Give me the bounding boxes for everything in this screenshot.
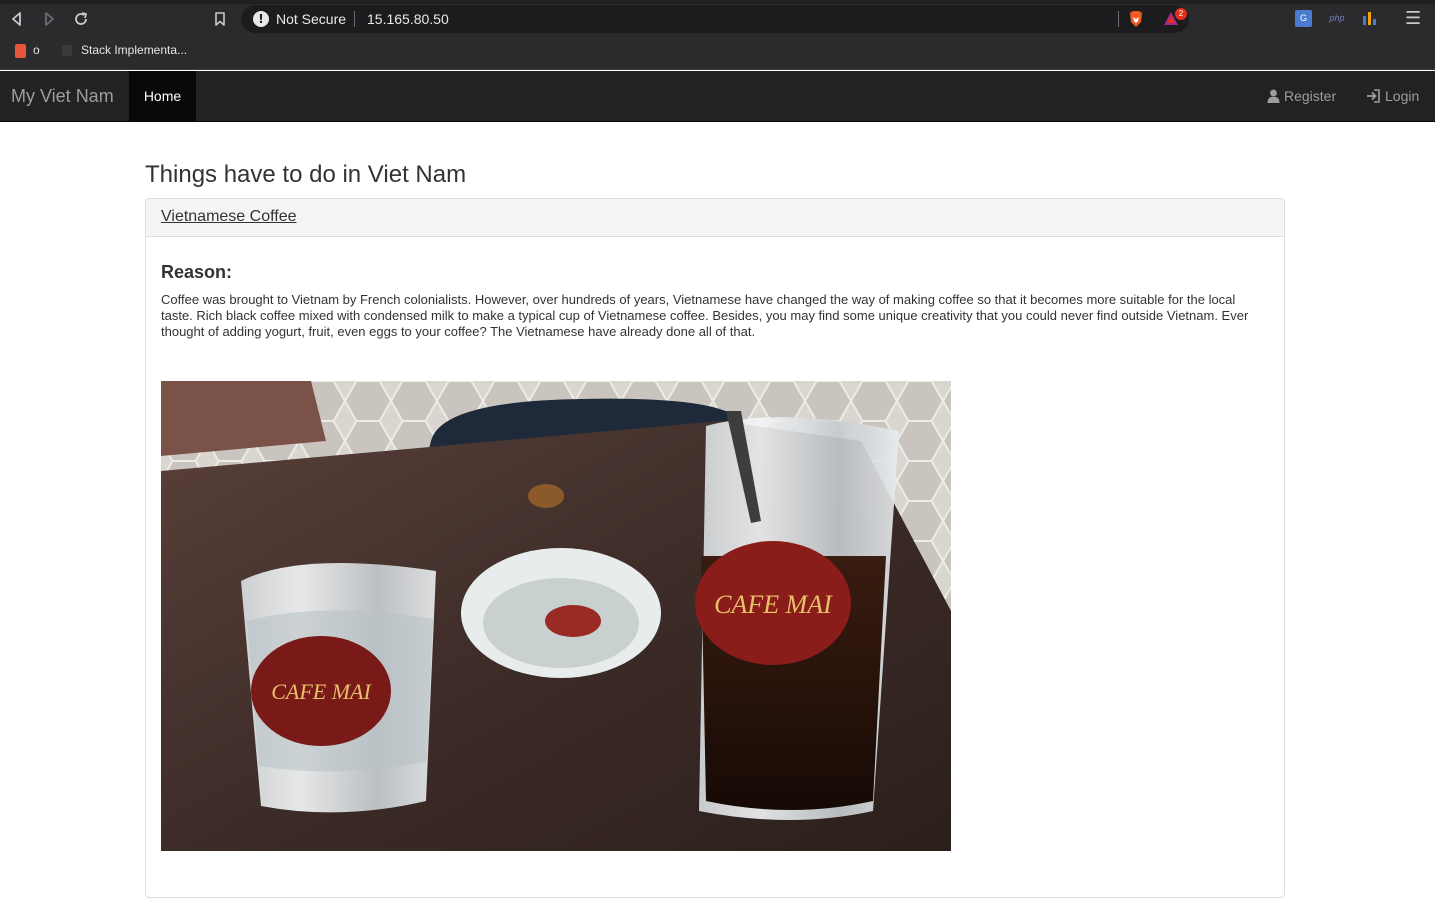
bookmark-icon[interactable] bbox=[210, 9, 230, 29]
nav-register-label: Register bbox=[1284, 88, 1337, 104]
back-icon[interactable] bbox=[7, 9, 27, 29]
url-text[interactable]: 15.165.80.50 bbox=[367, 11, 449, 27]
panel-title-link[interactable]: Vietnamese Coffee bbox=[161, 208, 297, 226]
login-icon bbox=[1367, 89, 1380, 103]
warning-icon[interactable]: ! bbox=[253, 11, 269, 27]
nav-home[interactable]: Home bbox=[129, 71, 196, 121]
tab-strip bbox=[0, 0, 1435, 4]
rewards-badge: 2 bbox=[1175, 8, 1187, 20]
brave-shield-icon[interactable] bbox=[1128, 10, 1144, 28]
activity-panel: Vietnamese Coffee Reason: Coffee was bro… bbox=[145, 198, 1285, 898]
nav-login[interactable]: Login bbox=[1366, 71, 1419, 121]
coffee-photo: CAFE MAI CAFE MAI bbox=[161, 381, 951, 851]
site-navbar: My Viet Nam Home Register Login bbox=[0, 71, 1435, 122]
bookmark-item-o[interactable]: o bbox=[33, 43, 40, 57]
nav-register[interactable]: Register bbox=[1267, 71, 1336, 121]
site-brand[interactable]: My Viet Nam bbox=[11, 86, 114, 107]
translate-icon[interactable]: G bbox=[1295, 10, 1312, 27]
address-divider bbox=[354, 11, 355, 27]
bookmark-favicon-icon[interactable] bbox=[62, 45, 72, 56]
address-bar[interactable]: ! Not Secure 15.165.80.50 2 bbox=[241, 5, 1189, 33]
php-icon[interactable]: php bbox=[1327, 10, 1347, 27]
user-icon bbox=[1267, 89, 1280, 103]
bookmark-favicon-icon[interactable] bbox=[15, 44, 26, 58]
panel-heading: Vietnamese Coffee bbox=[146, 199, 1284, 237]
forward-icon[interactable] bbox=[39, 9, 59, 29]
menu-icon[interactable]: ☰ bbox=[1405, 9, 1421, 29]
bookmark-item-stack[interactable]: Stack Implementa... bbox=[81, 43, 187, 57]
reason-heading: Reason: bbox=[161, 262, 233, 282]
cup-logo-text: CAFE MAI bbox=[271, 679, 372, 704]
page-title: Things have to do in Viet Nam bbox=[145, 161, 467, 188]
address-divider bbox=[1118, 11, 1119, 27]
bookmarks-bar bbox=[0, 38, 1435, 70]
nav-login-label: Login bbox=[1385, 88, 1420, 104]
stats-icon[interactable] bbox=[1361, 10, 1378, 27]
security-label[interactable]: Not Secure bbox=[276, 11, 346, 27]
reason-text: Coffee was brought to Vietnam by French … bbox=[161, 292, 1249, 339]
browser-toolbar: ! Not Secure 15.165.80.50 2 G php ☰ bbox=[0, 0, 1435, 38]
svg-text:CAFE MAI: CAFE MAI bbox=[714, 590, 833, 619]
reload-icon[interactable] bbox=[71, 9, 91, 29]
